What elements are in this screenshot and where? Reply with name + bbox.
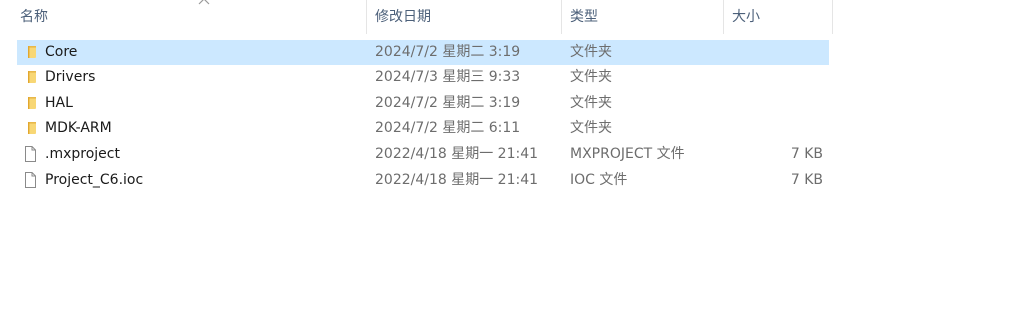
file-icon: [25, 172, 36, 188]
file-modified: 2024/7/2 星期二 3:19: [375, 95, 521, 111]
column-header-name[interactable]: 名称: [14, 0, 367, 34]
column-header-bar: 名称 修改日期 类型 大小: [0, 0, 1024, 34]
folder-icon: [28, 71, 36, 83]
file-row-core[interactable]: Core 2024/7/2 星期二 3:19 文件夹: [17, 40, 829, 65]
file-name: Project_C6.ioc: [45, 172, 144, 188]
folder-icon: [28, 97, 36, 109]
file-name: Drivers: [45, 69, 96, 85]
file-type: MXPROJECT 文件: [570, 146, 685, 162]
file-name: HAL: [45, 95, 73, 111]
file-modified: 2022/4/18 星期一 21:41: [375, 172, 539, 188]
column-header-modified[interactable]: 修改日期: [369, 0, 562, 34]
file-name: Core: [45, 44, 78, 60]
column-header-size[interactable]: 大小: [726, 0, 833, 34]
column-header-size-label: 大小: [732, 9, 760, 25]
file-row-drivers[interactable]: Drivers 2024/7/3 星期三 9:33 文件夹: [17, 65, 829, 90]
file-modified: 2024/7/3 星期三 9:33: [375, 69, 521, 85]
file-row-mdk-arm[interactable]: MDK-ARM 2024/7/2 星期二 6:11 文件夹: [17, 116, 829, 141]
file-modified: 2024/7/2 星期二 6:11: [375, 120, 521, 136]
file-row-hal[interactable]: HAL 2024/7/2 星期二 3:19 文件夹: [17, 91, 829, 116]
file-size: 7 KB: [790, 172, 823, 188]
folder-icon: [28, 46, 36, 58]
column-header-name-label: 名称: [20, 9, 48, 25]
file-type: 文件夹: [570, 120, 612, 136]
file-type: 文件夹: [570, 44, 612, 60]
file-name: .mxproject: [45, 146, 120, 162]
file-type: 文件夹: [570, 69, 612, 85]
file-icon: [25, 146, 36, 162]
column-header-type[interactable]: 类型: [564, 0, 724, 34]
file-type: IOC 文件: [570, 172, 628, 188]
column-header-modified-label: 修改日期: [375, 9, 431, 25]
chevron-up-icon: [198, 0, 210, 5]
folder-icon: [28, 122, 36, 134]
file-type: 文件夹: [570, 95, 612, 111]
file-size: 7 KB: [790, 146, 823, 162]
file-modified: 2024/7/2 星期二 3:19: [375, 44, 521, 60]
file-row-mxproject[interactable]: .mxproject 2022/4/18 星期一 21:41 MXPROJECT…: [17, 142, 829, 167]
file-modified: 2022/4/18 星期一 21:41: [375, 146, 539, 162]
file-name: MDK-ARM: [45, 120, 112, 136]
column-header-type-label: 类型: [570, 9, 598, 25]
file-row-project-c6-ioc[interactable]: Project_C6.ioc 2022/4/18 星期一 21:41 IOC 文…: [17, 168, 829, 193]
